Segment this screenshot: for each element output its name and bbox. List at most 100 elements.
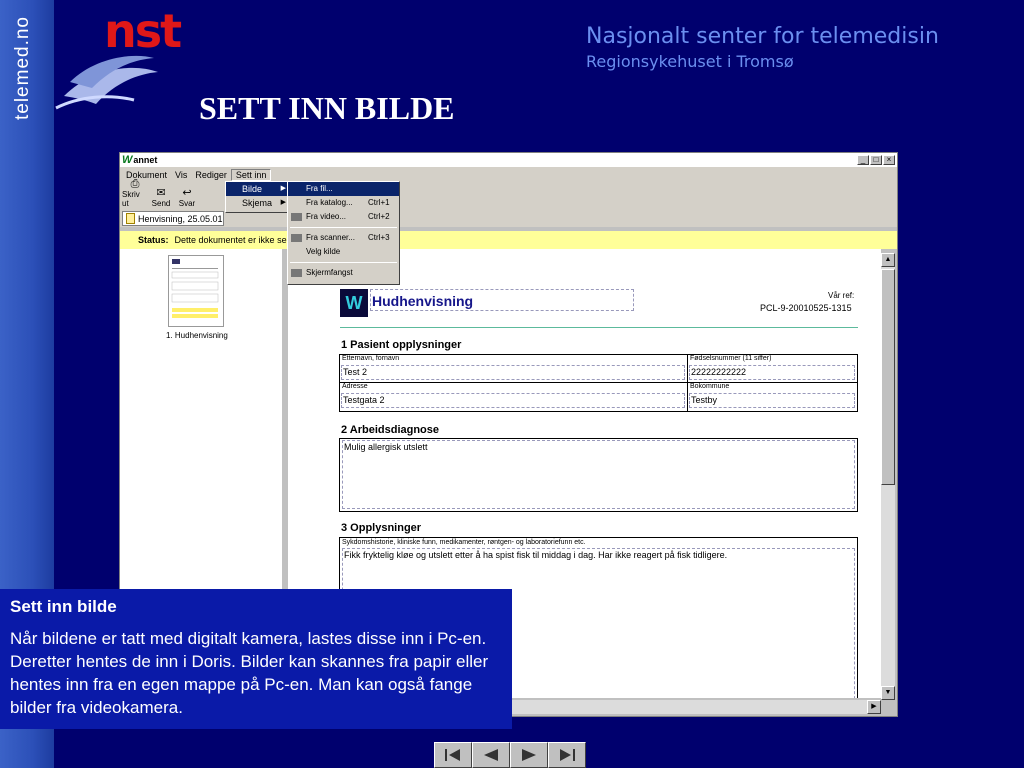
- org-sub: Regionsykehuset i Tromsø: [586, 52, 794, 71]
- document-logo-icon: W: [340, 289, 368, 317]
- form-row: Etternavn, fornavn Test 2 Fødselsnummer …: [340, 355, 857, 383]
- thumbnail-caption: 1. Hudhenvisning: [166, 331, 228, 340]
- send-label: Send: [151, 199, 171, 208]
- municipality-cell: Bokommune Testby: [688, 383, 857, 411]
- shortcut: Ctrl+1: [368, 198, 390, 207]
- menu-item-select-source[interactable]: Velg kilde: [288, 245, 399, 259]
- reply-label: Svar: [178, 199, 196, 208]
- menu-item-bilde-label: Bilde: [242, 184, 263, 194]
- diagnosis-field[interactable]: Mulig allergisk utslett: [342, 440, 855, 509]
- caption-box: Sett inn bilde Når bildene er tatt med d…: [0, 589, 512, 729]
- video-icon: [291, 213, 302, 221]
- menu-item-skjema-label: Skjema: [242, 198, 273, 208]
- slide-title: SETT INN BILDE: [199, 90, 455, 126]
- prev-slide-button[interactable]: [472, 742, 510, 768]
- ssn-field[interactable]: 22222222222: [689, 365, 855, 380]
- submenu-arrow-icon: ▶: [280, 185, 286, 192]
- nst-logo: nst: [50, 0, 182, 118]
- minimize-button[interactable]: _: [857, 155, 869, 165]
- menu-item-from-video[interactable]: Fra video... Ctrl+2: [288, 210, 399, 224]
- section-1-title: 1 Pasient opplysninger: [341, 339, 462, 351]
- vertical-scrollbar[interactable]: ▲ ▼: [881, 253, 895, 700]
- last-slide-button[interactable]: [548, 742, 586, 768]
- section-2-title: 2 Arbeidsdiagnose: [341, 424, 440, 436]
- name-label: Etternavn, fornavn: [342, 355, 400, 362]
- shortcut: Ctrl+2: [368, 212, 390, 221]
- caption-title: Sett inn bilde: [10, 597, 117, 616]
- menu-separator: [290, 227, 397, 228]
- menu-item-from-file[interactable]: Fra fil...: [288, 182, 399, 196]
- prev-icon: [484, 749, 498, 761]
- doc-tab-label: Henvisning, 25.05.01: [138, 213, 223, 224]
- patient-table: Etternavn, fornavn Test 2 Fødselsnummer …: [339, 354, 858, 412]
- menu-rediger[interactable]: Rediger: [191, 170, 231, 180]
- reply-button[interactable]: ↩ Svar: [174, 187, 200, 208]
- reply-icon: ↩: [182, 187, 192, 199]
- ssn-cell: Fødselsnummer (11 siffer) 22222222222: [688, 355, 857, 382]
- name-field[interactable]: Test 2: [341, 365, 685, 380]
- page-thumbnail[interactable]: [168, 255, 224, 327]
- print-button[interactable]: ⎙ Skriv ut: [122, 178, 148, 208]
- last-icon: [560, 749, 575, 761]
- menubar: Dokument Vis Rediger Sett inn: [120, 167, 897, 182]
- document-title: Hudhenvisning: [372, 293, 474, 309]
- select-source-label: Velg kilde: [306, 247, 341, 256]
- divider: [340, 327, 858, 328]
- address-label: Adresse: [342, 383, 368, 390]
- ref-label: Vår ref:: [828, 291, 855, 300]
- send-icon: ✉: [156, 187, 166, 199]
- municipality-field[interactable]: Testby: [689, 393, 855, 408]
- close-button[interactable]: ×: [883, 155, 895, 165]
- ssn-label: Fødselsnummer (11 siffer): [690, 355, 772, 362]
- image-source-menu: Fra fil... Fra katalog... Ctrl+1 Fra vid…: [287, 181, 400, 285]
- logo-text: nst: [104, 4, 182, 58]
- name-cell: Etternavn, fornavn Test 2: [340, 355, 688, 382]
- send-button[interactable]: ✉ Send: [148, 187, 174, 208]
- print-label: Skriv ut: [122, 190, 140, 208]
- menu-sett-inn[interactable]: Sett inn: [230, 168, 272, 181]
- maximize-button[interactable]: □: [870, 155, 882, 165]
- status-bar: Status: Dette dokumentet er ikke send: [120, 231, 897, 249]
- scanner-icon: [291, 234, 302, 242]
- menu-separator: [290, 262, 397, 263]
- doc-tab[interactable]: Henvisning, 25.05.01: [122, 211, 224, 226]
- app-title: annet: [133, 155, 158, 165]
- thumbnail-preview: [171, 259, 219, 318]
- first-icon: [445, 749, 460, 761]
- section-3-title: 3 Opplysninger: [341, 522, 422, 534]
- scroll-down-icon[interactable]: ▼: [881, 686, 895, 700]
- diagnosis-box: Mulig allergisk utslett: [339, 438, 858, 512]
- side-text: telemed.no: [12, 15, 34, 121]
- address-cell: Adresse Testgata 2: [340, 383, 688, 411]
- insert-menu: Bilde ▶ Skjema ▶: [225, 181, 291, 213]
- scroll-right-icon[interactable]: ▶: [867, 700, 881, 714]
- scroll-thumb[interactable]: [881, 269, 895, 485]
- document-icon: [126, 213, 135, 224]
- screenshot-label: Skjermfangst: [306, 268, 353, 277]
- menu-vis[interactable]: Vis: [171, 170, 191, 180]
- caption-body: Når bildene er tatt med digitalt kamera,…: [10, 629, 489, 717]
- submenu-arrow-icon: ▶: [280, 199, 286, 206]
- address-field[interactable]: Testgata 2: [341, 393, 685, 408]
- org-name: Nasjonalt senter for telemedisin: [586, 24, 939, 49]
- menu-item-from-scanner[interactable]: Fra scanner... Ctrl+3: [288, 231, 399, 245]
- next-icon: [522, 749, 536, 761]
- first-slide-button[interactable]: [434, 742, 472, 768]
- menu-item-skjema[interactable]: Skjema ▶: [226, 196, 290, 210]
- form-row: Adresse Testgata 2 Bokommune Testby: [340, 383, 857, 411]
- municipality-label: Bokommune: [690, 383, 730, 390]
- info-label: Sykdomshistorie, kliniske funn, medikame…: [342, 539, 586, 546]
- from-scanner-label: Fra scanner...: [306, 233, 355, 242]
- status-text: Dette dokumentet er ikke send: [174, 235, 297, 245]
- next-slide-button[interactable]: [510, 742, 548, 768]
- menu-item-screenshot[interactable]: Skjermfangst: [288, 266, 399, 280]
- scroll-up-icon[interactable]: ▲: [881, 253, 895, 267]
- printer-icon: ⎙: [130, 178, 140, 190]
- app-icon: W: [122, 154, 133, 166]
- from-video-label: Fra video...: [306, 212, 347, 221]
- ref-value: PCL-9-20010525-1315: [760, 303, 852, 313]
- app-titlebar: W annet _ □ ×: [120, 153, 897, 167]
- menu-item-from-catalog[interactable]: Fra katalog... Ctrl+1: [288, 196, 399, 210]
- from-file-label: Fra fil...: [306, 184, 333, 193]
- menu-item-bilde[interactable]: Bilde ▶: [226, 182, 290, 196]
